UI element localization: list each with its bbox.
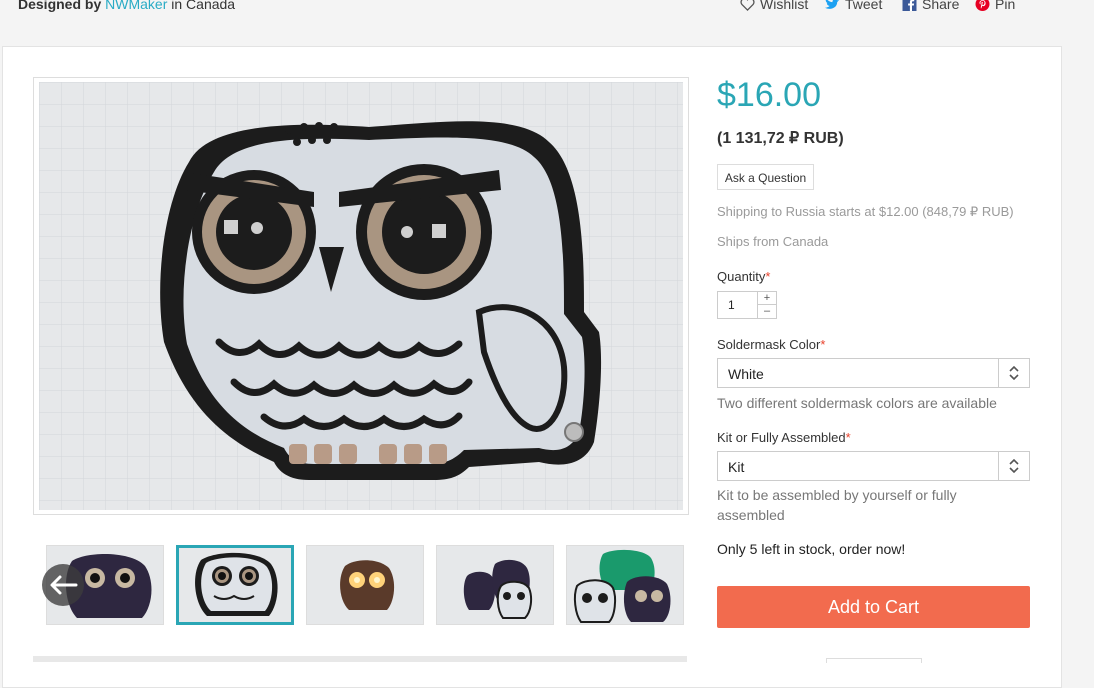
tweet-button[interactable]: Tweet: [825, 0, 882, 12]
wishlist-button[interactable]: Wishlist: [740, 0, 808, 12]
secondary-button[interactable]: [826, 658, 922, 663]
share-label: Share: [922, 0, 960, 12]
ask-question-button[interactable]: Ask a Question: [717, 164, 814, 190]
quantity-stepper[interactable]: 1 + –: [717, 291, 777, 319]
chevron-up-down-icon: [1009, 459, 1019, 473]
select-toggle[interactable]: [998, 359, 1029, 387]
share-button[interactable]: Share: [902, 0, 959, 12]
soldermask-help: Two different soldermask colors are avai…: [717, 395, 997, 411]
required-mark: *: [820, 337, 826, 352]
thumbnail-5[interactable]: [566, 545, 684, 625]
quantity-label-text: Quantity: [717, 269, 766, 284]
glowing-owl-thumb: [307, 546, 423, 624]
thumbnail-4[interactable]: [436, 545, 554, 625]
soldermask-label-text: Soldermask Color: [717, 337, 821, 352]
soldermask-select[interactable]: White: [717, 358, 1030, 388]
kit-value: Kit: [728, 459, 745, 475]
wishlist-label: Wishlist: [760, 0, 809, 12]
location-text: in Canada: [171, 0, 236, 12]
soldermask-label: Soldermask Color*: [717, 337, 825, 352]
kit-label: Kit or Fully Assembled*: [717, 430, 851, 445]
quantity-label: Quantity*: [717, 269, 770, 284]
quantity-value[interactable]: 1: [728, 298, 735, 312]
white-owl-thumb: [179, 548, 291, 622]
kit-help-line-2: assembled: [717, 507, 785, 523]
pinterest-icon: [975, 0, 990, 11]
decrement-button[interactable]: –: [758, 305, 776, 318]
owl-group-thumb: [437, 546, 553, 624]
carousel-prev-button[interactable]: [42, 564, 84, 606]
thumbnail-strip: [33, 543, 687, 627]
heart-icon: [740, 0, 755, 11]
description-divider: [33, 656, 687, 662]
main-product-photo[interactable]: [33, 77, 689, 515]
facebook-icon: [902, 0, 917, 11]
pin-button[interactable]: Pin: [975, 0, 1015, 12]
soldermask-value: White: [728, 366, 764, 382]
top-bar: Designed by NWMaker in Canada Wishlist T…: [0, 0, 1094, 40]
thumbnail-2[interactable]: [176, 545, 294, 625]
tweet-label: Tweet: [845, 0, 883, 12]
colored-owls-thumb: [567, 546, 683, 624]
arrow-left-icon: [50, 575, 78, 595]
required-mark: *: [845, 430, 851, 445]
thumbnail-3[interactable]: [306, 545, 424, 625]
pin-label: Pin: [995, 0, 1016, 12]
stock-notice: Only 5 left in stock, order now!: [717, 541, 906, 557]
maker-link[interactable]: NWMaker: [105, 0, 167, 12]
kit-select[interactable]: Kit: [717, 451, 1030, 481]
select-toggle[interactable]: [998, 452, 1029, 480]
price-local: (1 131,72 ₽ RUB): [717, 130, 844, 147]
required-mark: *: [765, 269, 771, 284]
stepper-buttons: + –: [757, 292, 776, 318]
chevron-up-down-icon: [1009, 366, 1019, 380]
kit-help-line-1: Kit to be assembled by yourself or fully: [717, 487, 957, 503]
twitter-icon: [825, 0, 839, 9]
owl-pcb-image: [39, 82, 683, 510]
price: $16.00: [717, 76, 821, 114]
ships-from: Ships from Canada: [717, 234, 829, 249]
increment-button[interactable]: +: [758, 292, 776, 305]
designed-by-label: Designed by: [18, 0, 102, 12]
kit-label-text: Kit or Fully Assembled: [717, 430, 846, 445]
designer-line: Designed by NWMaker in Canada: [18, 0, 235, 12]
shipping-info: Shipping to Russia starts at $12.00 (848…: [717, 204, 1014, 219]
add-to-cart-button[interactable]: Add to Cart: [717, 586, 1030, 628]
kit-help: Kit to be assembled by yourself or fully…: [717, 485, 957, 525]
